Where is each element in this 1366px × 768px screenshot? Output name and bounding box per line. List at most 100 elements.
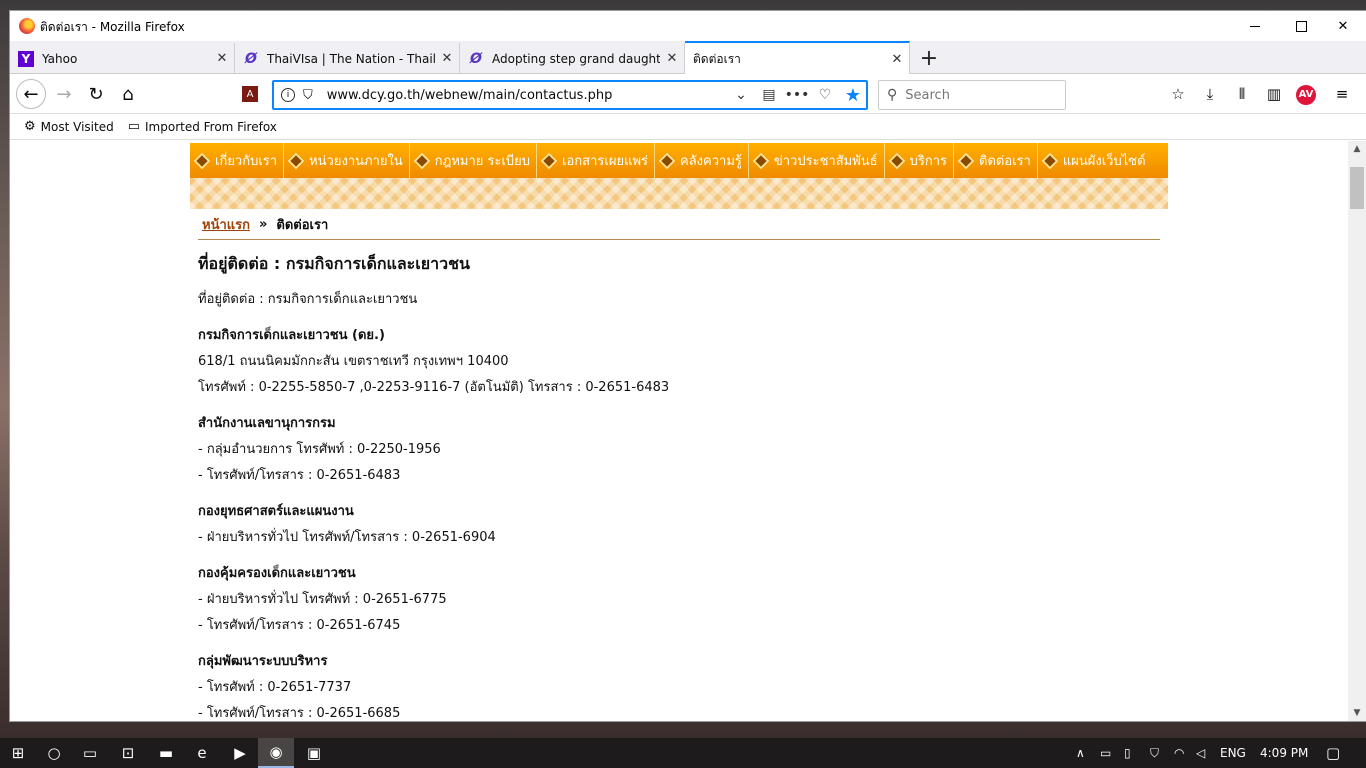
download-icon[interactable]: ⤓ xyxy=(1200,85,1220,105)
tray-chevron-icon[interactable]: ∧ xyxy=(1076,738,1085,768)
tray-wifi-icon[interactable]: ◠ xyxy=(1174,738,1184,768)
bookmark-label: Imported From Firefox xyxy=(145,119,277,134)
windows-start-icon[interactable]: ⊞ xyxy=(0,738,36,768)
vertical-scrollbar[interactable]: ▲ ▼ xyxy=(1348,141,1366,721)
tab-contactus[interactable]: ติดต่อเรา ✕ xyxy=(685,41,910,75)
file-explorer-icon[interactable]: ▬ xyxy=(148,738,184,768)
firefox-taskbar-icon[interactable]: ◉ xyxy=(258,738,294,768)
section-line: - โทรศัพท์ : 0-2651-7737 xyxy=(198,680,352,695)
close-tab-icon[interactable]: ✕ xyxy=(435,51,459,66)
close-tab-icon[interactable]: ✕ xyxy=(660,51,684,66)
tab-adopting[interactable]: Ø Adopting step grand daughter ✕ xyxy=(460,43,685,74)
contact-section: กองยุทธศาสตร์และแผนงาน - ฝ่ายบริหารทั่วไ… xyxy=(198,499,1160,551)
library-icon[interactable]: ⫴ xyxy=(1232,85,1252,105)
diamond-icon xyxy=(540,152,558,169)
menu-item-about[interactable]: เกี่ยวกับเรา xyxy=(190,143,285,178)
tray-language[interactable]: ENG xyxy=(1220,738,1246,768)
contact-section: สำนักงานเลขานุการกรม - กลุ่มอำนวยการ โทร… xyxy=(198,411,1160,489)
bookmark-label: Most Visited xyxy=(40,119,114,134)
contact-section: กรมกิจการเด็กและเยาวชน (ดย.) 618/1 ถนนนิ… xyxy=(198,323,1160,401)
tab-label: Yahoo xyxy=(42,51,78,66)
menu-label: เกี่ยวกับเรา xyxy=(215,154,278,169)
maximize-button[interactable] xyxy=(1278,11,1324,41)
search-icon: ⚲ xyxy=(887,87,898,103)
close-tab-icon[interactable]: ✕ xyxy=(210,51,234,66)
bookmarks-toolbar: ⚙ Most Visited ▭ Imported From Firefox xyxy=(10,114,1366,140)
task-view-icon[interactable]: ▭ xyxy=(72,738,108,768)
bookmark-most-visited[interactable]: ⚙ Most Visited xyxy=(24,119,114,134)
tray-security-icon[interactable]: ⛉ xyxy=(1150,738,1159,768)
app-icon[interactable]: ▣ xyxy=(296,738,332,768)
info-icon[interactable]: i xyxy=(281,88,295,102)
new-tab-button[interactable]: + xyxy=(915,45,943,71)
gear-icon: ⚙ xyxy=(24,119,36,134)
tray-app-icon[interactable]: ▭ xyxy=(1100,738,1111,768)
section-line: โทรศัพท์ : 0-2255-5850-7 ,0-2253-9116-7 … xyxy=(198,380,670,395)
scroll-up-icon[interactable]: ▲ xyxy=(1348,141,1366,157)
menu-item-services[interactable]: บริการ xyxy=(885,143,954,178)
firefox-window: ติดต่อเรา - Mozilla Firefox Y Yahoo ✕ Ø … xyxy=(10,11,1366,721)
menu-icon[interactable]: ≡ xyxy=(1332,85,1352,105)
reader-view-icon[interactable]: ▤ xyxy=(755,87,783,103)
menu-item-contact[interactable]: ติดต่อเรา xyxy=(954,143,1038,178)
close-window-button[interactable] xyxy=(1320,11,1366,41)
menu-item-knowledge[interactable]: คลังความรู้ xyxy=(655,143,749,178)
tray-volume-icon[interactable]: ◁ xyxy=(1196,738,1205,768)
tab-label: ติดต่อเรา xyxy=(693,51,741,66)
section-title: กลุ่มพัฒนาระบบบริหาร xyxy=(198,654,328,669)
forward-button[interactable]: → xyxy=(50,80,78,108)
back-button[interactable]: ← xyxy=(16,79,46,109)
scroll-down-icon[interactable]: ▼ xyxy=(1348,705,1366,721)
menu-label: หน่วยงานภายใน xyxy=(309,154,403,169)
section-line: - โทรศัพท์/โทรสาร : 0-2651-6745 xyxy=(198,618,401,633)
tab-yahoo[interactable]: Y Yahoo ✕ xyxy=(10,43,235,74)
breadcrumb-home-link[interactable]: หน้าแรก xyxy=(202,214,250,235)
menu-item-departments[interactable]: หน่วยงานภายใน xyxy=(284,143,410,178)
menu-label: ข่าวประชาสัมพันธ์ xyxy=(773,154,878,169)
minimize-button[interactable] xyxy=(1232,11,1278,41)
search-icon[interactable]: ○ xyxy=(36,738,72,768)
menu-item-sitemap[interactable]: แผนผังเว็บไซต์ xyxy=(1038,143,1152,178)
menu-label: บริการ xyxy=(909,154,947,169)
home-button[interactable]: ⌂ xyxy=(114,80,142,108)
shield-icon[interactable]: ⛉ xyxy=(303,88,313,103)
yahoo-icon: Y xyxy=(18,50,34,67)
tab-label: Adopting step grand daughter xyxy=(492,51,660,66)
menu-label: แผนผังเว็บไซต์ xyxy=(1062,154,1146,169)
tray-clock[interactable]: 4:09 PM xyxy=(1260,738,1308,768)
section-line: - ฝ่ายบริหารทั่วไป โทรศัพท์ : 0-2651-677… xyxy=(198,592,447,607)
breadcrumb: หน้าแรก » ติดต่อเรา xyxy=(198,209,1160,240)
bookmark-imported[interactable]: ▭ Imported From Firefox xyxy=(128,119,277,134)
menu-label: คลังความรู้ xyxy=(680,154,742,169)
edge-icon[interactable]: e xyxy=(184,738,220,768)
bookmark-star-icon[interactable]: ★ xyxy=(839,85,867,106)
addon-icon[interactable]: AV xyxy=(1296,85,1316,105)
diamond-icon xyxy=(957,152,975,169)
url-text[interactable]: www.dcy.go.th/webnew/main/contactus.php xyxy=(327,88,727,103)
close-tab-icon[interactable]: ✕ xyxy=(885,52,909,67)
menu-item-laws[interactable]: กฎหมาย ระเบียบ xyxy=(410,143,538,178)
tray-battery-icon[interactable]: ▯ xyxy=(1124,738,1131,768)
main-content: หน้าแรก » ติดต่อเรา ที่อยู่ติดต่อ : กรมก… xyxy=(190,209,1168,721)
bookmarks-star-icon[interactable]: ☆ xyxy=(1168,85,1188,105)
pdf-icon[interactable]: A xyxy=(242,86,258,102)
media-player-icon[interactable]: ▶ xyxy=(222,738,258,768)
reload-button[interactable]: ↻ xyxy=(82,80,110,108)
sidebar-icon[interactable]: ▥ xyxy=(1264,85,1284,105)
tab-thaivisa[interactable]: Ø ThaiVIsa | The Nation - Thailan ✕ xyxy=(235,43,460,74)
store-icon[interactable]: ⊡ xyxy=(110,738,146,768)
menu-item-publications[interactable]: เอกสารเผยแพร่ xyxy=(537,143,656,178)
scrollbar-thumb[interactable] xyxy=(1350,167,1364,209)
menu-item-news[interactable]: ข่าวประชาสัมพันธ์ xyxy=(749,143,885,178)
pocket-icon[interactable]: ♡ xyxy=(811,87,839,103)
search-input[interactable] xyxy=(905,87,1056,103)
notifications-icon[interactable]: ▢ xyxy=(1326,738,1340,768)
search-box[interactable]: ⚲ xyxy=(878,80,1066,110)
diamond-icon xyxy=(888,152,906,169)
section-line: 618/1 ถนนนิคมมักกะสัน เขตราชเทวี กรุงเทพ… xyxy=(198,354,509,369)
diamond-icon xyxy=(193,152,211,169)
page-actions-icon[interactable]: ••• xyxy=(783,87,811,103)
section-title: สำนักงานเลขานุการกรม xyxy=(198,416,336,431)
chevron-down-icon[interactable]: ⌄ xyxy=(727,87,755,103)
url-bar[interactable]: i ⛉ www.dcy.go.th/webnew/main/contactus.… xyxy=(272,80,868,110)
